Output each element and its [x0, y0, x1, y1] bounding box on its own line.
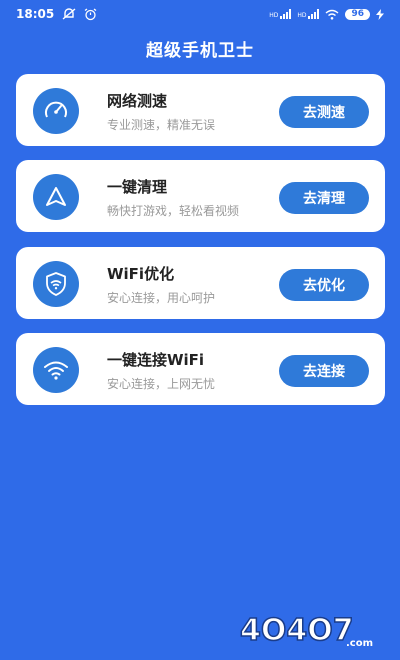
card-title: 一键清理	[107, 178, 168, 196]
card-subtitle: 安心连接，用心呵护	[107, 291, 216, 305]
page-title: 超级手机卫士	[146, 41, 254, 61]
connect-button[interactable]: 去连接	[279, 355, 369, 387]
speed-test-card: 网络测速 专业测速，精准无误 去测速	[16, 74, 385, 146]
signal-icon: HD	[297, 9, 320, 19]
status-bar: 18:05 HD HD 96	[0, 0, 400, 28]
status-left: 18:05	[16, 7, 97, 21]
card-subtitle: 畅快打游戏，轻松看视频	[107, 204, 240, 218]
speedometer-icon	[33, 88, 79, 134]
triangle-icon	[33, 174, 79, 220]
card-title: WiFi优化	[107, 265, 175, 283]
svg-text:.com: .com	[346, 638, 373, 648]
speed-test-button[interactable]: 去测速	[279, 96, 369, 128]
wifi-icon	[326, 9, 339, 20]
card-subtitle: 专业测速，精准无误	[107, 118, 216, 132]
watermark-logo: 4O4O7 .com	[239, 612, 373, 648]
card-title: 网络测速	[107, 92, 168, 110]
clean-button[interactable]: 去清理	[279, 182, 369, 214]
wifi-optimize-card: WiFi优化 安心连接，用心呵护 去优化	[16, 247, 385, 319]
clean-card: 一键清理 畅快打游戏，轻松看视频 去清理	[16, 160, 385, 232]
battery-icon: 96	[345, 8, 370, 20]
wifi-icon	[33, 347, 79, 393]
clock: 18:05	[16, 7, 55, 21]
connect-wifi-card: 一键连接WiFi 安心连接，上网无忧 去连接	[16, 333, 385, 405]
status-right: HD HD 96	[269, 8, 384, 20]
card-title: 一键连接WiFi	[107, 351, 205, 369]
optimize-button[interactable]: 去优化	[279, 269, 369, 301]
svg-text:4O4O7: 4O4O7	[240, 613, 354, 648]
charging-icon	[376, 8, 384, 20]
shield-wifi-icon	[33, 261, 79, 307]
card-subtitle: 安心连接，上网无忧	[107, 377, 216, 391]
mute-icon	[62, 8, 76, 20]
signal-icon: HD	[269, 9, 292, 19]
alarm-icon	[84, 7, 97, 20]
